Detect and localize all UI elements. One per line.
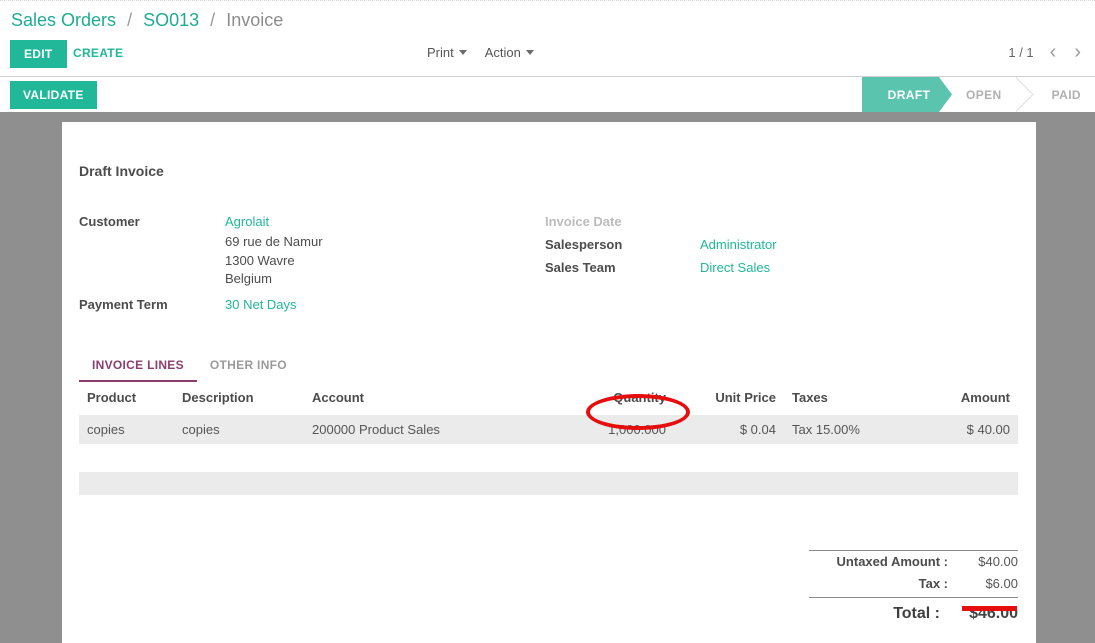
customer-field: Customer Agrolait 69 rue de Namur 1300 W… bbox=[79, 210, 545, 289]
sales-team-link[interactable]: Direct Sales bbox=[700, 256, 770, 279]
customer-value-block: Agrolait 69 rue de Namur 1300 Wavre Belg… bbox=[225, 210, 323, 289]
page: Sales Orders / SO013 / Invoice EDIT CREA… bbox=[0, 0, 1095, 643]
untaxed-amount-value: $40.00 bbox=[948, 551, 1018, 573]
info-left-column: Customer Agrolait 69 rue de Namur 1300 W… bbox=[79, 210, 545, 316]
col-amount: Amount bbox=[939, 385, 1018, 414]
salesperson-label: Salesperson bbox=[545, 233, 700, 256]
state-draft[interactable]: DRAFT bbox=[862, 77, 952, 112]
cell-product[interactable]: copies bbox=[79, 413, 174, 444]
invoice-date-field: Invoice Date bbox=[545, 210, 1018, 233]
form-background: Draft Invoice Customer Agrolait 69 rue d… bbox=[0, 112, 1095, 643]
payment-term-label: Payment Term bbox=[79, 293, 225, 316]
action-dropdowns: Print Action bbox=[427, 45, 534, 60]
caret-down-icon bbox=[459, 50, 467, 55]
col-unit-price: Unit Price bbox=[674, 385, 784, 414]
untaxed-amount-row: Untaxed Amount : $40.00 bbox=[809, 551, 1018, 573]
untaxed-amount-label: Untaxed Amount : bbox=[837, 551, 948, 573]
action-dropdown[interactable]: Action bbox=[485, 45, 534, 60]
customer-address-line: 1300 Wavre bbox=[225, 252, 323, 271]
cell-description[interactable]: copies bbox=[174, 413, 304, 444]
payment-term-link[interactable]: 30 Net Days bbox=[225, 293, 297, 316]
tax-row: Tax : $6.00 bbox=[809, 573, 1018, 595]
payment-term-field: Payment Term 30 Net Days bbox=[79, 293, 545, 316]
caret-down-icon bbox=[526, 50, 534, 55]
empty-table-stripe bbox=[79, 472, 1018, 495]
customer-label: Customer bbox=[79, 210, 225, 289]
create-button[interactable]: CREATE bbox=[73, 46, 123, 60]
total-label: Total : bbox=[893, 601, 940, 627]
tax-value: $6.00 bbox=[948, 573, 1018, 595]
tab-other-info[interactable]: OTHER INFO bbox=[197, 352, 300, 382]
totals-block: Untaxed Amount : $40.00 Tax : $6.00 Tota… bbox=[809, 550, 1018, 627]
top-header: Sales Orders / SO013 / Invoice EDIT CREA… bbox=[0, 0, 1095, 76]
tax-label: Tax : bbox=[919, 573, 948, 595]
col-quantity: Quantity bbox=[549, 385, 674, 414]
breadcrumb-separator: / bbox=[210, 10, 215, 30]
print-dropdown[interactable]: Print bbox=[427, 45, 467, 60]
sales-team-field: Sales Team Direct Sales bbox=[545, 256, 1018, 279]
pager-count: 1 / 1 bbox=[1008, 45, 1033, 60]
col-taxes: Taxes bbox=[784, 385, 939, 414]
validate-button[interactable]: VALIDATE bbox=[10, 81, 97, 109]
col-product: Product bbox=[79, 385, 174, 414]
customer-link[interactable]: Agrolait bbox=[225, 210, 323, 233]
chevron-right-icon[interactable]: › bbox=[1072, 43, 1083, 61]
breadcrumb-so013[interactable]: SO013 bbox=[143, 10, 199, 30]
table-header-row: Product Description Account Quantity Uni… bbox=[79, 385, 1018, 414]
breadcrumb: Sales Orders / SO013 / Invoice bbox=[0, 1, 1095, 31]
sales-team-label: Sales Team bbox=[545, 256, 700, 279]
document-title: Draft Invoice bbox=[79, 163, 1018, 179]
toolbar: EDIT CREATE Print Action 1 / 1 ‹ › bbox=[0, 40, 1095, 70]
customer-address-line: Belgium bbox=[225, 270, 323, 289]
total-value: $46.00 bbox=[940, 601, 1018, 627]
state-widget: DRAFT OPEN PAID bbox=[862, 77, 1095, 112]
cell-unit-price[interactable]: $ 0.04 bbox=[674, 413, 784, 444]
state-open[interactable]: OPEN bbox=[952, 77, 1016, 112]
chevron-separator-icon bbox=[1016, 77, 1038, 112]
state-paid[interactable]: PAID bbox=[1038, 77, 1095, 112]
total-divider bbox=[809, 597, 1018, 598]
print-dropdown-label: Print bbox=[427, 45, 454, 60]
invoice-date-label: Invoice Date bbox=[545, 210, 700, 233]
total-row: Total : $46.00 bbox=[809, 601, 1018, 627]
edit-button[interactable]: EDIT bbox=[10, 40, 67, 68]
col-account: Account bbox=[304, 385, 549, 414]
table-row[interactable]: copies copies 200000 Product Sales 1,000… bbox=[79, 413, 1018, 444]
pager: 1 / 1 ‹ › bbox=[1008, 43, 1083, 61]
invoice-sheet: Draft Invoice Customer Agrolait 69 rue d… bbox=[62, 122, 1036, 643]
customer-address-line: 69 rue de Namur bbox=[225, 233, 323, 252]
tab-invoice-lines[interactable]: INVOICE LINES bbox=[79, 352, 197, 382]
statusbar: VALIDATE DRAFT OPEN PAID bbox=[0, 76, 1095, 112]
breadcrumb-invoice: Invoice bbox=[226, 10, 283, 30]
chevron-left-icon[interactable]: ‹ bbox=[1048, 43, 1059, 61]
cell-quantity[interactable]: 1,000.000 bbox=[549, 413, 674, 444]
cell-account[interactable]: 200000 Product Sales bbox=[304, 413, 549, 444]
salesperson-link[interactable]: Administrator bbox=[700, 233, 777, 256]
notebook-tabs: INVOICE LINES OTHER INFO bbox=[79, 352, 1018, 382]
salesperson-field: Salesperson Administrator bbox=[545, 233, 1018, 256]
breadcrumb-sales-orders[interactable]: Sales Orders bbox=[11, 10, 116, 30]
breadcrumb-separator: / bbox=[127, 10, 132, 30]
invoice-lines-table: Product Description Account Quantity Uni… bbox=[79, 385, 1018, 444]
cell-amount[interactable]: $ 40.00 bbox=[939, 413, 1018, 444]
cell-taxes[interactable]: Tax 15.00% bbox=[784, 413, 939, 444]
col-description: Description bbox=[174, 385, 304, 414]
info-right-column: Invoice Date Salesperson Administrator S… bbox=[545, 210, 1018, 316]
action-dropdown-label: Action bbox=[485, 45, 521, 60]
info-section: Customer Agrolait 69 rue de Namur 1300 W… bbox=[79, 210, 1018, 316]
